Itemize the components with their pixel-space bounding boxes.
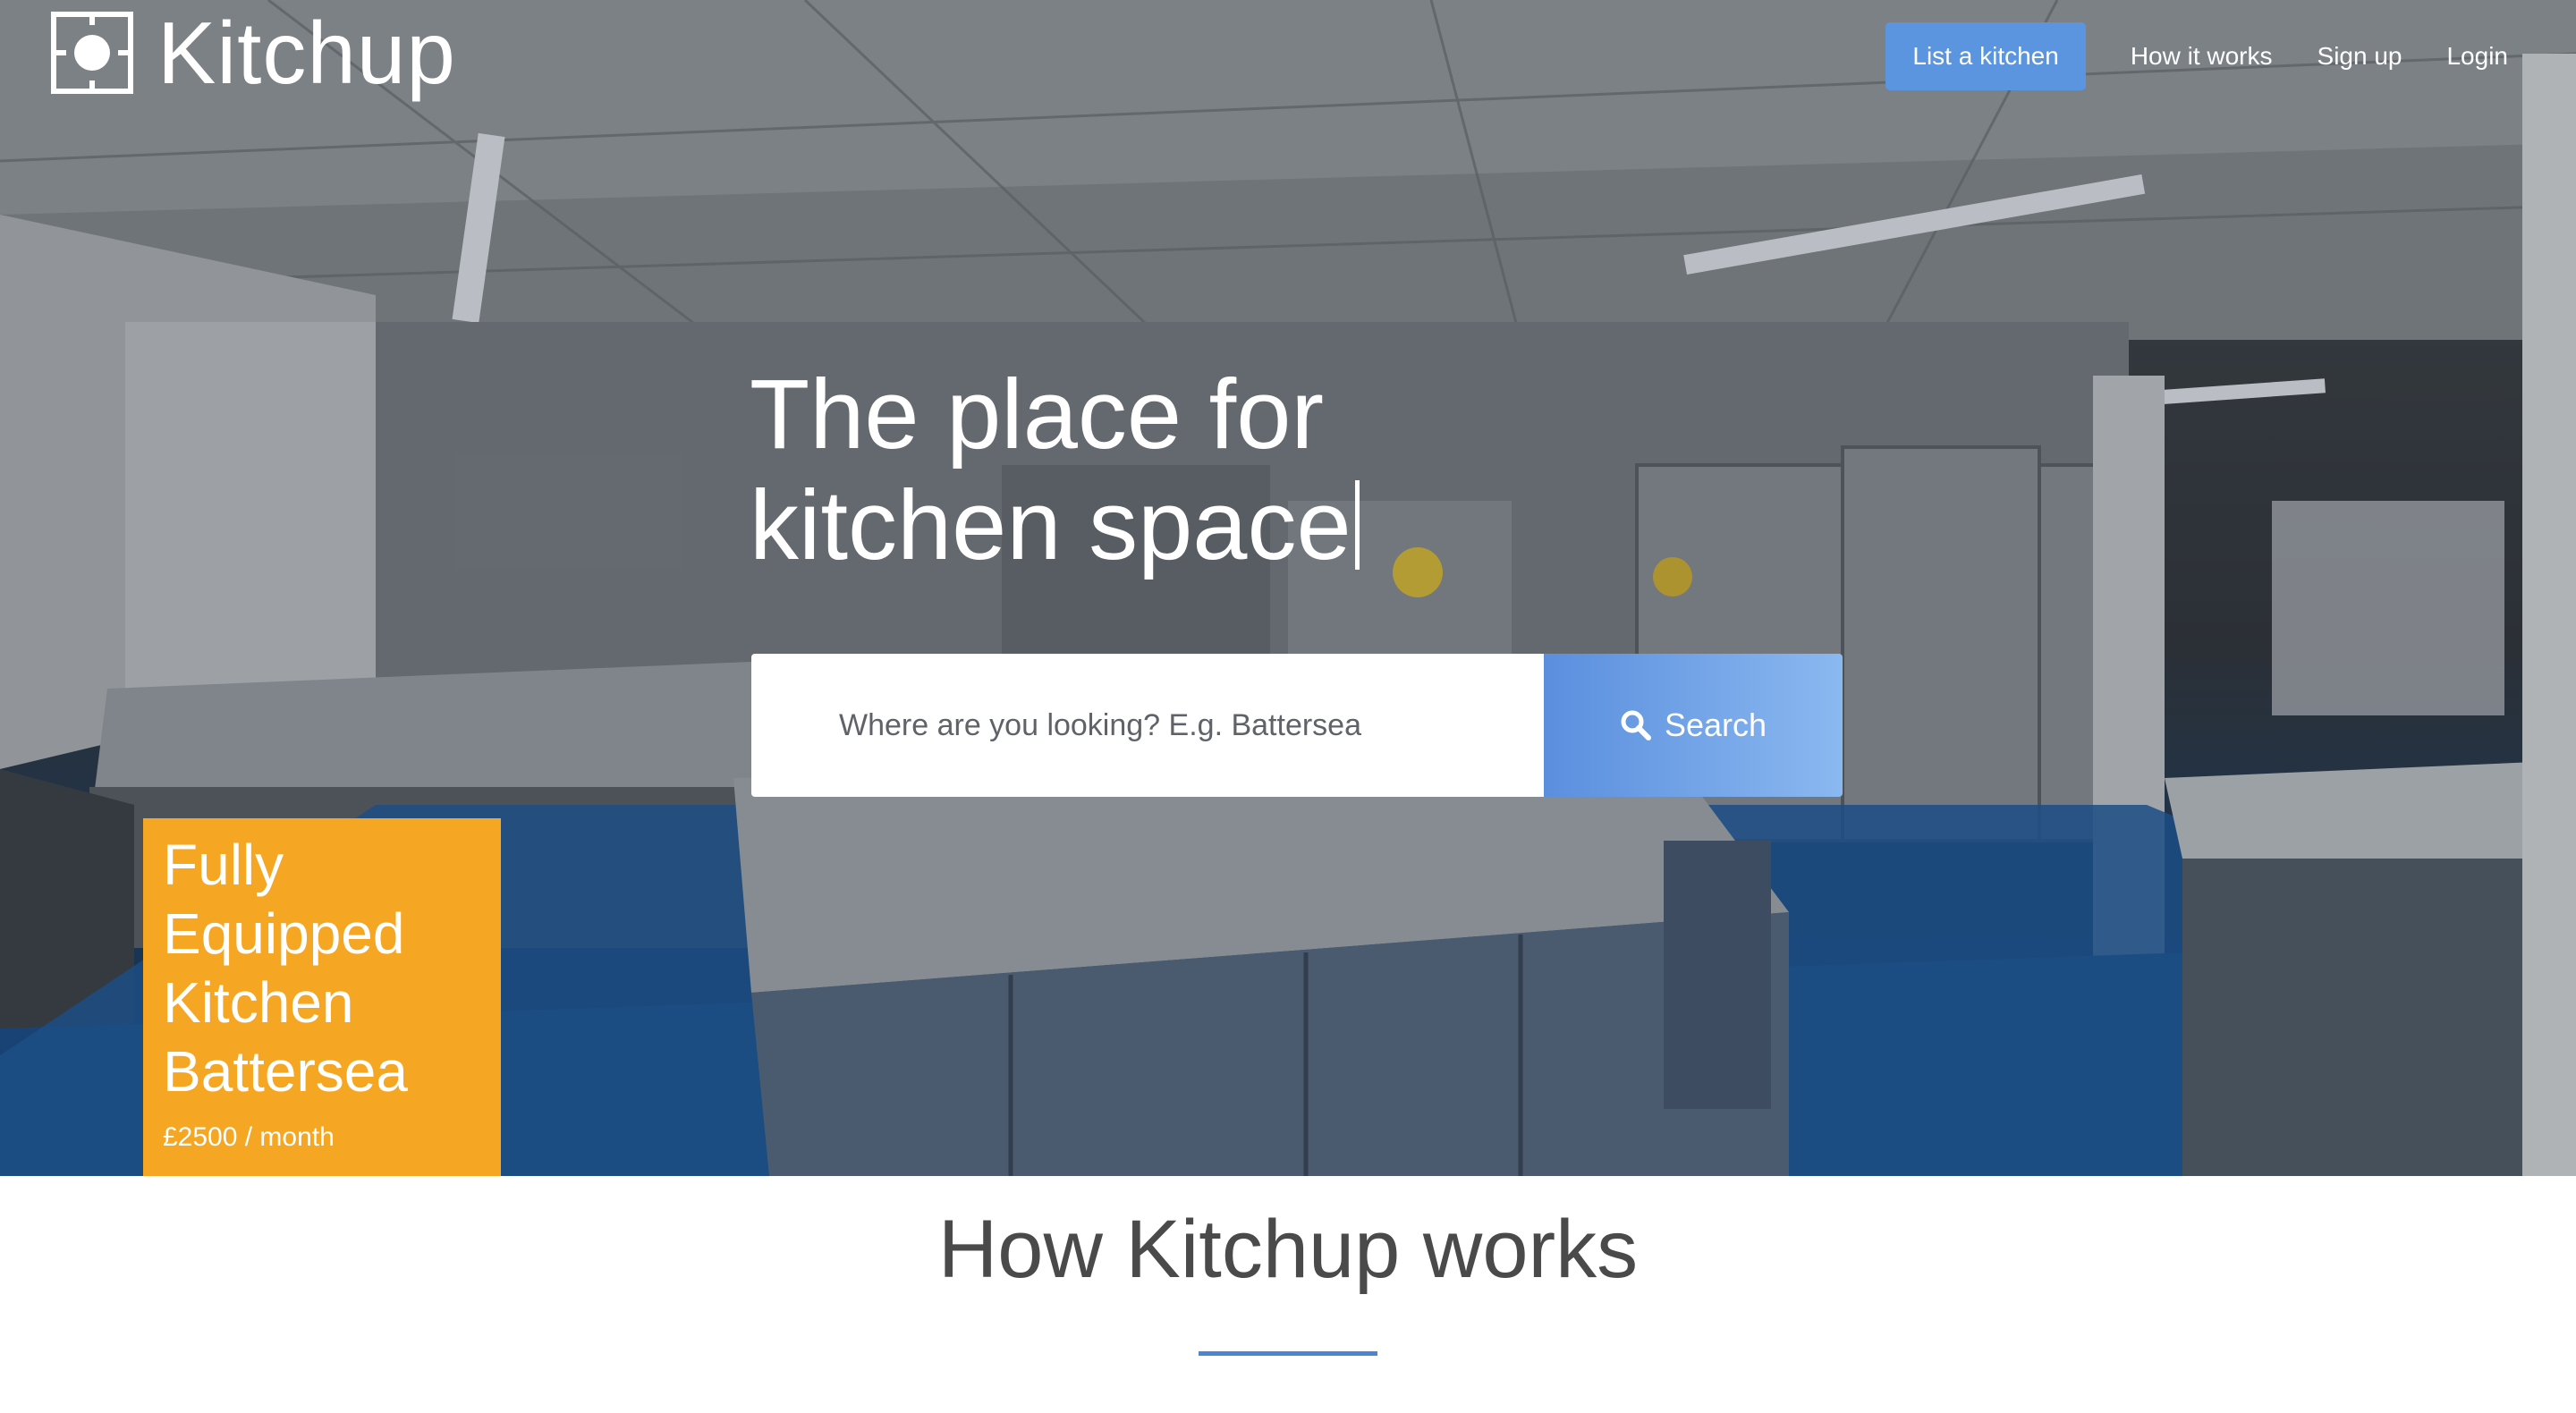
- section-divider: [1199, 1351, 1377, 1356]
- search-bar: Search: [751, 654, 1843, 797]
- how-it-works-heading: How Kitchup works: [937, 1204, 1639, 1295]
- featured-title-line: Fully: [163, 833, 284, 897]
- brand-name: Kitchup: [157, 4, 456, 102]
- search-button[interactable]: Search: [1544, 654, 1843, 797]
- brand-logo[interactable]: Kitchup: [50, 9, 456, 97]
- hero-headline: The place for kitchen space: [750, 360, 1555, 581]
- search-button-label: Search: [1664, 706, 1767, 743]
- hero-headline-line2: kitchen space: [750, 470, 1352, 580]
- list-kitchen-button[interactable]: List a kitchen: [1885, 22, 2086, 90]
- search-input[interactable]: [751, 654, 1544, 797]
- featured-title-line: Battersea: [163, 1039, 408, 1104]
- typing-caret: [1354, 480, 1360, 570]
- featured-listing-title: Fully Equipped Kitchen Battersea: [163, 831, 481, 1106]
- nav-login[interactable]: Login: [2446, 42, 2508, 71]
- hob-logo-icon: [50, 11, 134, 95]
- top-navigation: List a kitchen How it works Sign up Logi…: [1885, 22, 2508, 90]
- nav-how-it-works[interactable]: How it works: [2131, 42, 2273, 71]
- hero-headline-line1: The place for: [750, 360, 1325, 470]
- featured-title-line: Equipped: [163, 901, 405, 966]
- featured-listing-price: £2500 / month: [163, 1122, 335, 1152]
- featured-listing-card[interactable]: Fully Equipped Kitchen Battersea £2500 /…: [143, 818, 501, 1176]
- featured-title-line: Kitchen: [163, 970, 354, 1035]
- nav-sign-up[interactable]: Sign up: [2318, 42, 2402, 71]
- search-icon: [1621, 710, 1651, 740]
